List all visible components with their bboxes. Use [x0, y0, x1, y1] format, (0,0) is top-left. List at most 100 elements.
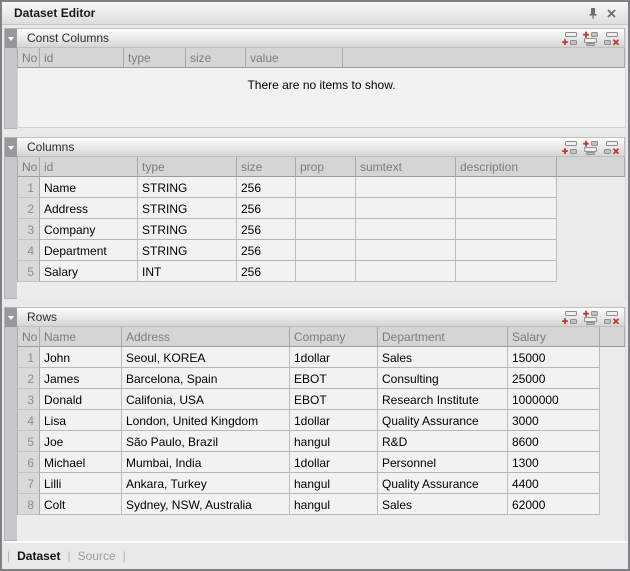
cell-size[interactable]: 256 [237, 240, 296, 261]
tab-source[interactable]: Source [78, 549, 116, 563]
cell-address[interactable]: London, United Kingdom [122, 410, 290, 431]
cell-name[interactable]: James [40, 368, 122, 389]
cell-sumtext[interactable] [356, 240, 456, 261]
insert-row-button[interactable] [581, 139, 600, 156]
delete-row-button[interactable] [602, 309, 621, 326]
panel-title: Dataset Editor [14, 6, 584, 20]
cell-company[interactable]: 1dollar [290, 347, 378, 368]
cell-name[interactable]: Colt [40, 494, 122, 515]
cell-id[interactable]: Address [40, 198, 138, 219]
close-button[interactable] [602, 5, 620, 21]
add-row-button[interactable] [560, 309, 579, 326]
cell-address[interactable]: São Paulo, Brazil [122, 431, 290, 452]
cell-size[interactable]: 256 [237, 219, 296, 240]
cell-address[interactable]: Barcelona, Spain [122, 368, 290, 389]
cell-size[interactable]: 256 [237, 261, 296, 282]
cell-department[interactable]: Personnel [378, 452, 508, 473]
cell-name[interactable]: Joe [40, 431, 122, 452]
column-header: prop [296, 157, 356, 177]
row-number: 6 [18, 452, 40, 473]
cell-description[interactable] [456, 261, 557, 282]
cell-description[interactable] [456, 219, 557, 240]
cell-department[interactable]: Sales [378, 347, 508, 368]
cell-sumtext[interactable] [356, 261, 456, 282]
cell-sumtext[interactable] [356, 177, 456, 198]
cell-salary[interactable]: 8600 [508, 431, 600, 452]
cell-salary[interactable]: 15000 [508, 347, 600, 368]
cell-size[interactable]: 256 [237, 198, 296, 219]
sections-container: Const Columns [2, 25, 628, 542]
cell-sumtext[interactable] [356, 219, 456, 240]
add-row-icon [561, 140, 578, 155]
insert-row-button[interactable] [581, 30, 600, 47]
rows-collapse-button[interactable] [5, 308, 17, 327]
row-number: 5 [18, 261, 40, 282]
cell-prop[interactable] [296, 219, 356, 240]
rows-toolbar [560, 309, 621, 326]
cell-description[interactable] [456, 198, 557, 219]
row-filler [600, 347, 625, 368]
cell-address[interactable]: Califonia, USA [122, 389, 290, 410]
columns-collapse-button[interactable] [5, 138, 17, 157]
cell-size[interactable]: 256 [237, 177, 296, 198]
cell-company[interactable]: hangul [290, 473, 378, 494]
cell-type[interactable]: STRING [138, 198, 237, 219]
cell-department[interactable]: Sales [378, 494, 508, 515]
cell-address[interactable]: Ankara, Turkey [122, 473, 290, 494]
tab-dataset[interactable]: Dataset [17, 549, 60, 563]
pin-button[interactable] [584, 5, 602, 21]
delete-row-button[interactable] [602, 139, 621, 156]
cell-type[interactable]: INT [138, 261, 237, 282]
cell-salary[interactable]: 4400 [508, 473, 600, 494]
add-row-button[interactable] [560, 30, 579, 47]
cell-address[interactable]: Seoul, KOREA [122, 347, 290, 368]
cell-salary[interactable]: 25000 [508, 368, 600, 389]
cell-type[interactable]: STRING [138, 177, 237, 198]
const-columns-collapse-button[interactable] [5, 29, 17, 48]
cell-id[interactable]: Salary [40, 261, 138, 282]
add-row-button[interactable] [560, 139, 579, 156]
row-filler [600, 473, 625, 494]
cell-name[interactable]: Lisa [40, 410, 122, 431]
cell-id[interactable]: Company [40, 219, 138, 240]
cell-id[interactable]: Name [40, 177, 138, 198]
cell-type[interactable]: STRING [138, 219, 237, 240]
cell-prop[interactable] [296, 198, 356, 219]
cell-company[interactable]: 1dollar [290, 410, 378, 431]
cell-id[interactable]: Department [40, 240, 138, 261]
row-number: 7 [18, 473, 40, 494]
cell-name[interactable]: John [40, 347, 122, 368]
cell-department[interactable]: Quality Assurance [378, 410, 508, 431]
cell-description[interactable] [456, 177, 557, 198]
cell-sumtext[interactable] [356, 198, 456, 219]
cell-name[interactable]: Lilli [40, 473, 122, 494]
cell-company[interactable]: hangul [290, 431, 378, 452]
cell-company[interactable]: 1dollar [290, 452, 378, 473]
cell-company[interactable]: EBOT [290, 389, 378, 410]
cell-department[interactable]: Consulting [378, 368, 508, 389]
cell-description[interactable] [456, 240, 557, 261]
cell-name[interactable]: Michael [40, 452, 122, 473]
column-header: sumtext [356, 157, 456, 177]
cell-prop[interactable] [296, 177, 356, 198]
cell-salary[interactable]: 1300 [508, 452, 600, 473]
cell-salary[interactable]: 62000 [508, 494, 600, 515]
cell-prop[interactable] [296, 261, 356, 282]
insert-row-button[interactable] [581, 309, 600, 326]
cell-salary[interactable]: 1000000 [508, 389, 600, 410]
row-number: 8 [18, 494, 40, 515]
cell-department[interactable]: Research Institute [378, 389, 508, 410]
cell-address[interactable]: Sydney, NSW, Australia [122, 494, 290, 515]
row-filler [557, 198, 625, 219]
delete-row-button[interactable] [602, 30, 621, 47]
cell-address[interactable]: Mumbai, India [122, 452, 290, 473]
cell-prop[interactable] [296, 240, 356, 261]
insert-row-icon [582, 31, 599, 46]
cell-company[interactable]: hangul [290, 494, 378, 515]
cell-type[interactable]: STRING [138, 240, 237, 261]
cell-department[interactable]: R&D [378, 431, 508, 452]
cell-salary[interactable]: 3000 [508, 410, 600, 431]
cell-department[interactable]: Quality Assurance [378, 473, 508, 494]
cell-name[interactable]: Donald [40, 389, 122, 410]
cell-company[interactable]: EBOT [290, 368, 378, 389]
